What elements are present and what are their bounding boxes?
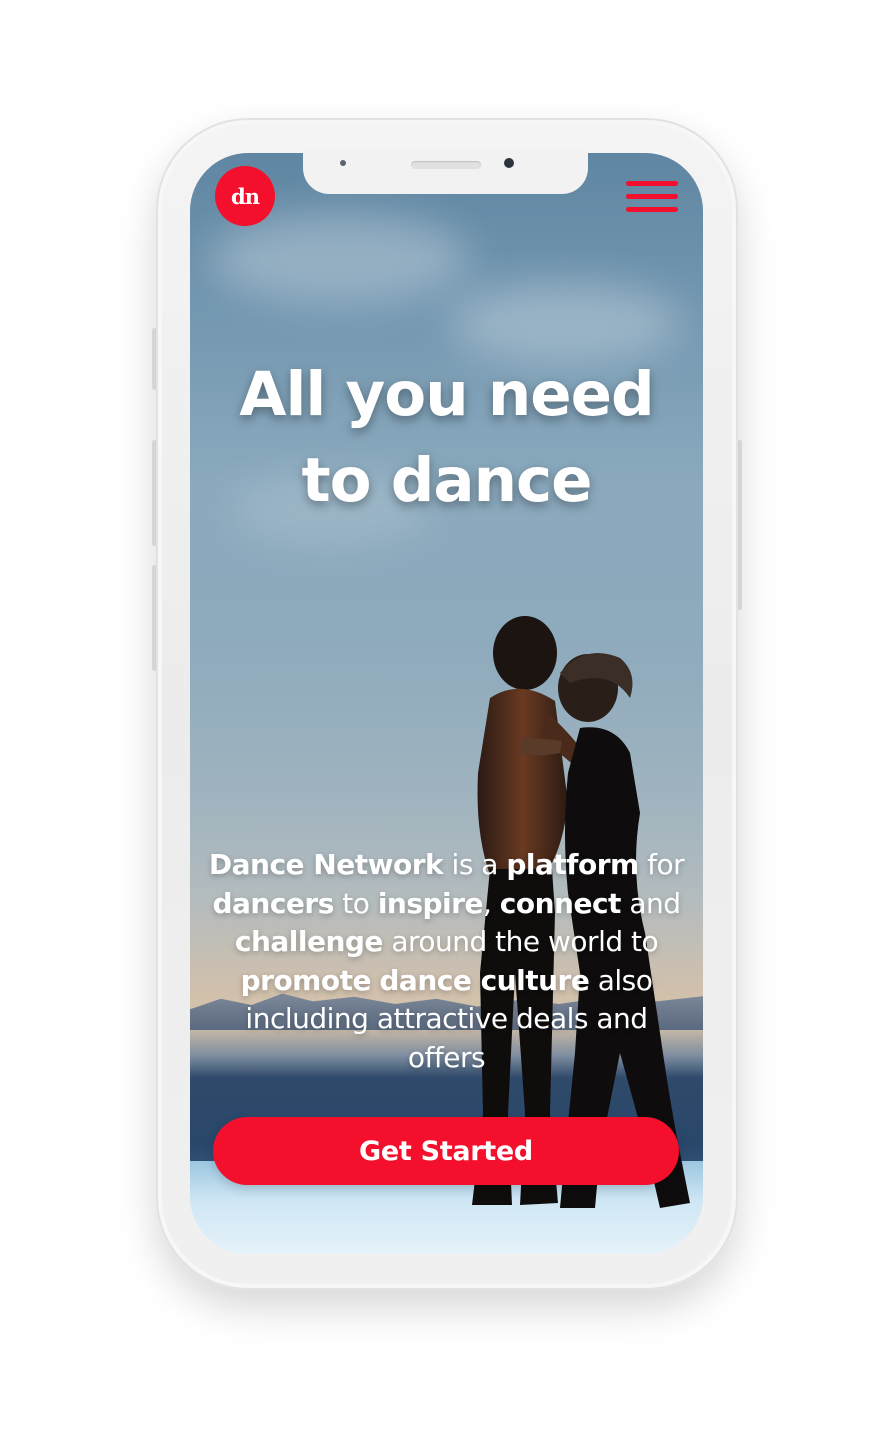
menu-bar [626, 207, 678, 212]
hamburger-menu-icon[interactable] [626, 178, 678, 216]
menu-bar [626, 181, 678, 186]
description-text: to [333, 886, 378, 920]
dance-network-logo[interactable]: dn [215, 166, 275, 226]
description-text: is a [443, 848, 507, 881]
menu-bar [626, 194, 678, 199]
description-text: for [638, 848, 685, 881]
hero-description: Dance Network is a platform for dancers … [205, 846, 688, 1077]
description-highlight: inspire [377, 886, 484, 920]
description-text: around the world to [382, 925, 659, 958]
logo-text: dn [231, 183, 260, 209]
description-highlight: challenge [234, 925, 384, 958]
hero-background [190, 153, 703, 1254]
description-highlight: dancers [212, 886, 334, 920]
proximity-sensor [340, 160, 346, 166]
phone-notch [303, 150, 588, 194]
description-text: and [620, 886, 681, 920]
description-highlight: Dance Network [208, 848, 444, 881]
description-text: , [482, 886, 500, 920]
hero-headline: All you need to dance [190, 352, 703, 524]
description-highlight: connect [499, 886, 622, 920]
headline-line-2: to dance [301, 445, 592, 516]
description-highlight: promote [240, 963, 372, 997]
dancers-image [472, 616, 690, 1208]
headline-line-1: All you need [239, 359, 654, 430]
earpiece-speaker [411, 161, 481, 169]
front-camera [504, 158, 514, 168]
description-highlight: dance culture [379, 963, 590, 997]
description-highlight: platform [506, 848, 639, 881]
get-started-button[interactable]: Get Started [213, 1117, 679, 1185]
